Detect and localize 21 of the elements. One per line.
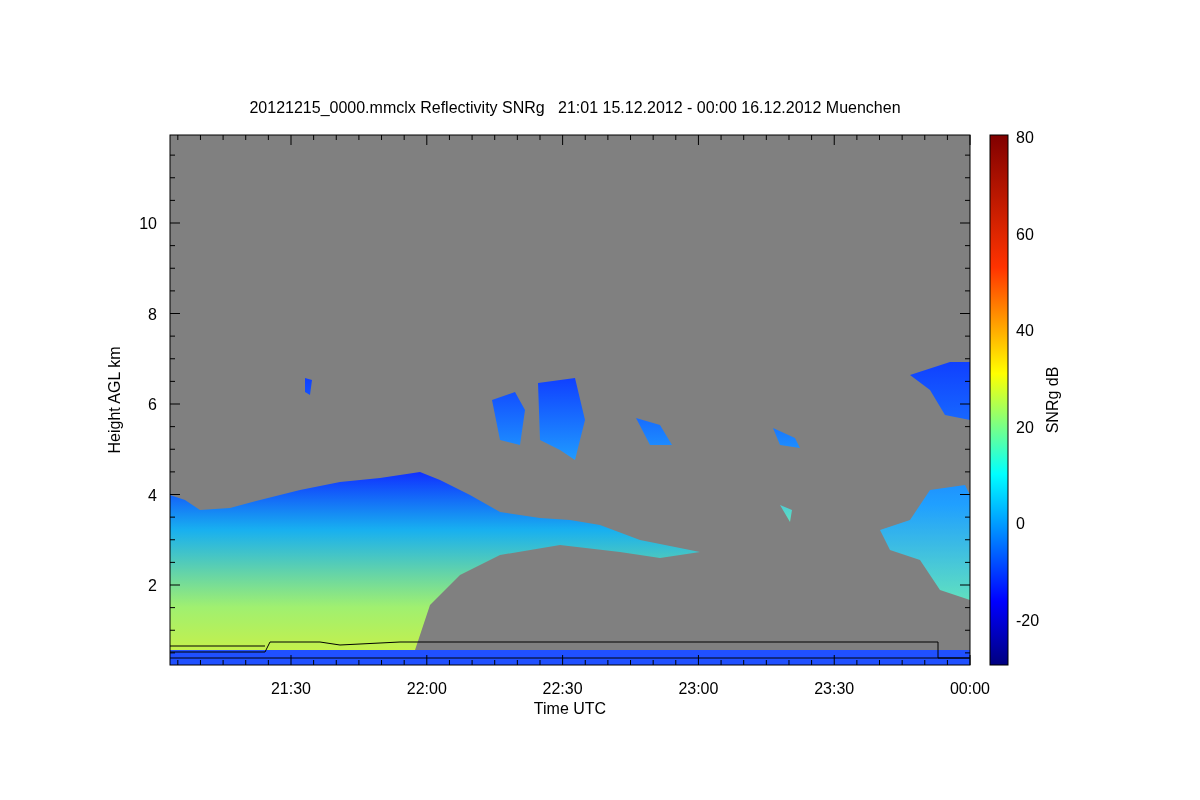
x-tick-label: 22:00	[406, 680, 447, 697]
y-tick-label: 4	[148, 486, 157, 504]
colorbar-tick-label: 20	[1016, 418, 1034, 436]
x-tick-label: 23:00	[678, 680, 719, 697]
colorbar-tick-label: 0	[1016, 515, 1025, 533]
x-tick-label: 00:00	[950, 680, 990, 697]
x-tick-label: 23:30	[814, 680, 855, 697]
y-tick-label: 6	[148, 396, 157, 413]
colorbar-tick-label: 80	[1016, 129, 1034, 146]
colorbar-tick-label: 40	[1016, 322, 1034, 340]
colorbar-tick-label: -20	[1016, 612, 1040, 629]
y-tick-label: 10	[139, 215, 157, 232]
chart-title: 20121215_0000.mmclx Reflectivity SNRg 21:01 15.12.2012 - 00:00 16.12.2012 Muenchen	[249, 99, 901, 116]
colorbar-tick-label: 60	[1016, 225, 1034, 243]
x-tick-label: 22:30	[542, 680, 583, 697]
colorbar-label: SNRg dB	[1044, 366, 1061, 434]
y-tick-label: 8	[148, 305, 157, 323]
x-tick-label: 21:30	[271, 680, 311, 697]
y-tick-label: 2	[148, 577, 157, 594]
x-axis-label: Time UTC	[533, 700, 607, 717]
y-axis-label: Height AGL km	[106, 346, 123, 454]
